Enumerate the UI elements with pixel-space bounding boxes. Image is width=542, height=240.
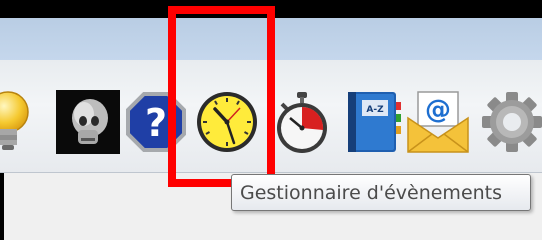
email-button[interactable]: @ <box>404 88 472 156</box>
email-label: @ <box>425 95 451 125</box>
tooltip: Gestionnaire d'évènements <box>231 174 531 211</box>
address-book-button[interactable]: A-Z <box>340 88 408 156</box>
clock-icon <box>197 92 257 152</box>
email-icon: @ <box>407 91 469 153</box>
stopwatch-icon <box>277 92 327 153</box>
help-button[interactable]: ? <box>124 88 188 156</box>
help-label: ? <box>145 101 167 145</box>
gear-icon <box>482 92 542 152</box>
xray-button[interactable] <box>56 88 120 156</box>
stopwatch-button[interactable] <box>268 88 336 156</box>
lightbulb-button[interactable] <box>0 88 42 156</box>
skull-xray-icon <box>56 90 120 154</box>
address-book-label: A-Z <box>366 105 384 115</box>
window-edge <box>0 173 4 240</box>
help-icon: ? <box>126 92 186 152</box>
lightbulb-icon <box>0 91 29 150</box>
settings-button[interactable] <box>478 88 542 156</box>
address-book-icon: A-Z <box>348 92 401 152</box>
window-title-bar <box>0 18 542 60</box>
event-manager-button[interactable] <box>193 88 261 156</box>
